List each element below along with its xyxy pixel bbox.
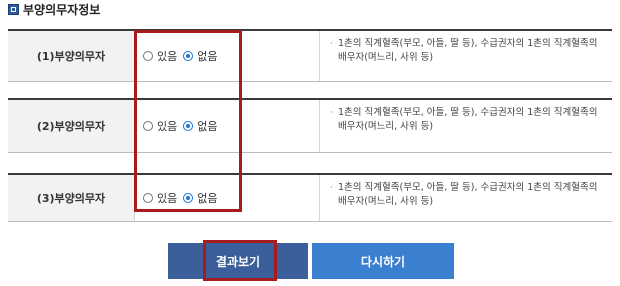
bullet-icon: · — [330, 108, 333, 118]
reset-button[interactable]: 다시하기 — [312, 243, 454, 279]
result-button[interactable]: 결과보기 — [168, 243, 308, 279]
option-yes[interactable]: 있음 — [143, 190, 177, 206]
description-text: 1촌의 직계혈족(부모, 아들, 딸 등), 수급권자의 1촌의 직계혈족의 배… — [338, 38, 598, 63]
dependent-row-2: (2)부양의무자 있음 없음 · 1촌의 직계혈족(부모, 아들, 딸 등), … — [8, 98, 612, 153]
option-no[interactable]: 없음 — [183, 118, 218, 134]
row-description: · 1촌의 직계혈족(부모, 아들, 딸 등), 수급권자의 1촌의 직계혈족의… — [320, 31, 612, 81]
section-icon — [8, 3, 19, 15]
dependent-row-3: (3)부양의무자 있음 없음 · 1촌의 직계혈족(부모, 아들, 딸 등), … — [8, 173, 612, 222]
radio-yes[interactable] — [143, 193, 153, 203]
option-yes-label: 있음 — [157, 50, 178, 63]
radio-no-checked[interactable] — [183, 121, 194, 131]
result-button-label: 결과보기 — [215, 254, 261, 269]
option-no[interactable]: 없음 — [183, 190, 218, 206]
option-no-label: 없음 — [197, 120, 218, 133]
option-yes-label: 있음 — [157, 192, 178, 205]
bullet-icon: · — [330, 39, 333, 49]
option-yes[interactable]: 있음 — [143, 118, 177, 134]
row-label: (2)부양의무자 — [8, 100, 135, 152]
reset-button-label: 다시하기 — [360, 254, 406, 269]
radio-yes[interactable] — [143, 121, 153, 131]
description-text: 1촌의 직계혈족(부모, 아들, 딸 등), 수급권자의 1촌의 직계혈족의 배… — [338, 107, 598, 132]
option-yes-label: 있음 — [157, 120, 178, 133]
description-text: 1촌의 직계혈족(부모, 아들, 딸 등), 수급권자의 1촌의 직계혈족의 배… — [338, 182, 598, 207]
radio-group: 있음 없음 — [135, 31, 320, 81]
row-label: (1)부양의무자 — [8, 31, 135, 81]
bullet-icon: · — [330, 183, 333, 193]
radio-no-checked[interactable] — [183, 51, 194, 61]
option-no-label: 없음 — [197, 192, 218, 205]
option-no[interactable]: 없음 — [183, 48, 218, 64]
option-yes[interactable]: 있음 — [143, 48, 177, 64]
row-description: · 1촌의 직계혈족(부모, 아들, 딸 등), 수급권자의 1촌의 직계혈족의… — [320, 175, 612, 221]
radio-no-checked[interactable] — [183, 193, 194, 203]
row-description: · 1촌의 직계혈족(부모, 아들, 딸 등), 수급권자의 1촌의 직계혈족의… — [320, 100, 612, 152]
row-label: (3)부양의무자 — [8, 175, 135, 221]
section-header: 부양의무자정보 — [8, 1, 100, 17]
radio-yes[interactable] — [143, 51, 153, 61]
option-no-label: 없음 — [197, 50, 218, 63]
section-title: 부양의무자정보 — [23, 2, 101, 17]
radio-group: 있음 없음 — [135, 175, 320, 221]
radio-group: 있음 없음 — [135, 100, 320, 152]
dependent-row-1: (1)부양의무자 있음 없음 · 1촌의 직계혈족(부모, 아들, 딸 등), … — [8, 29, 612, 82]
